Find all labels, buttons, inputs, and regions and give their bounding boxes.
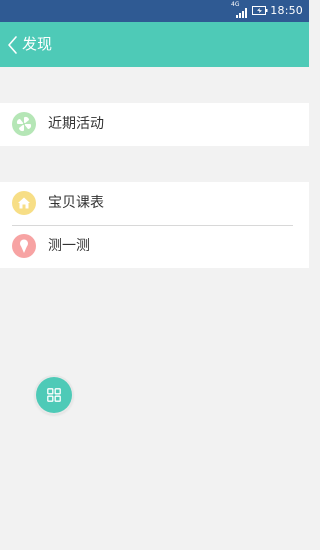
- grid-icon: [47, 388, 61, 402]
- menu-item-label: 测一测: [48, 238, 90, 254]
- status-time: 18:50: [270, 4, 303, 17]
- status-bar: 4G 18:50: [0, 0, 309, 22]
- menu-item-recent-activities[interactable]: 近期活动: [0, 103, 309, 146]
- menu-item-label: 宝贝课表: [48, 195, 104, 211]
- signal-icon: [236, 8, 247, 18]
- house-icon: [12, 191, 36, 215]
- menu-group-activities: 近期活动: [0, 103, 309, 146]
- page-title: 发现: [22, 35, 53, 53]
- floating-menu-button[interactable]: [36, 377, 72, 413]
- pinwheel-icon: [12, 112, 36, 136]
- menu-group-tools: 宝贝课表 测一测: [0, 182, 309, 268]
- back-icon[interactable]: [6, 34, 22, 56]
- menu-item-test[interactable]: 测一测: [0, 225, 309, 268]
- menu-item-label: 近期活动: [48, 116, 104, 132]
- menu-item-baby-schedule[interactable]: 宝贝课表: [0, 182, 309, 225]
- app-bar: 发现: [0, 22, 309, 67]
- ice-cream-icon: [12, 234, 36, 258]
- battery-icon: [252, 6, 268, 15]
